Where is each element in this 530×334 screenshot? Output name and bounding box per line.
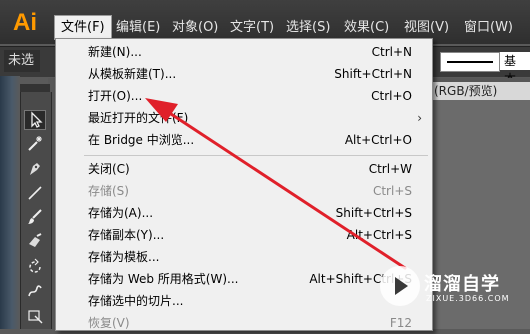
menu-item-shortcut: Ctrl+N — [371, 45, 412, 59]
app-logo: Ai — [13, 9, 37, 36]
menu-item-save-for-web[interactable]: 存储为 Web 所用格式(W)... Alt+Shift+Ctrl+S — [56, 268, 432, 290]
pen-tool-icon[interactable] — [24, 160, 46, 180]
menu-item-save-as[interactable]: 存储为(A)... Shift+Ctrl+S — [56, 202, 432, 224]
menu-item-save[interactable]: 存储(S) Ctrl+S — [56, 180, 432, 202]
menu-item-open-recent[interactable]: 最近打开的文件(F) › — [56, 107, 432, 129]
menu-item-save-selected-slices[interactable]: 存储选中的切片... — [56, 290, 432, 312]
file-menu-dropdown: 新建(N)... Ctrl+N 从模板新建(T)... Shift+Ctrl+N… — [55, 38, 433, 331]
menu-divider — [84, 155, 428, 156]
menu-item-shortcut: Alt+Ctrl+S — [346, 228, 412, 242]
watermark-title: 溜溜自学 — [424, 274, 500, 295]
background-strip — [0, 76, 20, 329]
menu-item-new[interactable]: 新建(N)... Ctrl+N — [56, 41, 432, 63]
menu-item-save-as-template[interactable]: 存储为模板... — [56, 246, 432, 268]
menu-item-label: 存储副本(Y)... — [88, 228, 165, 242]
submenu-chevron-icon: › — [417, 111, 422, 125]
menu-item-label: 打开(O)... — [88, 89, 143, 103]
menu-item-revert[interactable]: 恢复(V) F12 — [56, 312, 432, 334]
menu-item-label: 存储为模板... — [88, 250, 160, 264]
menu-edit[interactable]: 编辑(E) — [110, 16, 166, 40]
paintbrush-icon[interactable] — [24, 208, 46, 228]
menu-item-shortcut: Shift+Ctrl+N — [334, 67, 412, 81]
menu-item-shortcut: Shift+Ctrl+S — [335, 206, 412, 220]
menu-item-label: 在 Bridge 中浏览... — [88, 133, 195, 147]
selection-status: 未选 — [4, 50, 41, 72]
menu-effect[interactable]: 效果(C) — [338, 16, 395, 40]
menu-item-label: 存储为(A)... — [88, 206, 154, 220]
stroke-profile-label[interactable]: 基本 — [500, 52, 530, 86]
menu-item-label: 关闭(C) — [88, 162, 130, 176]
menu-item-shortcut: Alt+Ctrl+O — [344, 133, 412, 147]
menu-item-open[interactable]: 打开(O)... Ctrl+O — [56, 85, 432, 107]
menu-item-label: 最近打开的文件(F) — [88, 111, 189, 125]
stroke-preview[interactable] — [440, 52, 500, 72]
menu-item-shortcut: Ctrl+W — [368, 162, 412, 176]
menu-item-label: 新建(N)... — [88, 45, 142, 59]
rotate-tool-icon[interactable] — [24, 258, 46, 278]
menu-item-shortcut: Ctrl+O — [371, 89, 412, 103]
menu-object[interactable]: 对象(O) — [166, 16, 224, 40]
selection-tool-icon[interactable] — [24, 110, 46, 130]
menu-item-shortcut: F12 — [389, 316, 412, 330]
menu-item-label: 存储选中的切片... — [88, 294, 184, 308]
menu-type[interactable]: 文字(T) — [224, 16, 280, 40]
toolbar-grip[interactable] — [20, 84, 50, 92]
menu-window[interactable]: 窗口(W) — [458, 16, 519, 40]
menu-view[interactable]: 视图(V) — [398, 16, 455, 40]
magic-wand-icon[interactable] — [24, 134, 46, 154]
watermark-play-icon — [380, 266, 420, 306]
warp-tool-icon[interactable] — [24, 282, 46, 302]
menu-item-shortcut: Ctrl+S — [372, 184, 412, 198]
menu-item-label: 存储(S) — [88, 184, 129, 198]
menu-select[interactable]: 选择(S) — [280, 16, 336, 40]
menu-item-close[interactable]: 关闭(C) Ctrl+W — [56, 158, 432, 180]
document-tab[interactable]: (RGB/预览) — [430, 82, 530, 100]
watermark-subtitle: ZIXUE.3D66.COM — [426, 294, 510, 303]
menu-item-label: 存储为 Web 所用格式(W)... — [88, 272, 239, 286]
menu-item-label: 恢复(V) — [88, 316, 130, 330]
menu-item-browse-bridge[interactable]: 在 Bridge 中浏览... Alt+Ctrl+O — [56, 129, 432, 151]
menu-item-label: 从模板新建(T)... — [88, 67, 177, 81]
menu-item-save-copy[interactable]: 存储副本(Y)... Alt+Ctrl+S — [56, 224, 432, 246]
free-transform-icon[interactable] — [24, 306, 46, 326]
blob-brush-icon[interactable] — [24, 232, 46, 252]
menu-file[interactable]: 文件(F) — [54, 15, 112, 40]
line-segment-icon[interactable] — [24, 184, 46, 204]
menu-item-new-from-template[interactable]: 从模板新建(T)... Shift+Ctrl+N — [56, 63, 432, 85]
